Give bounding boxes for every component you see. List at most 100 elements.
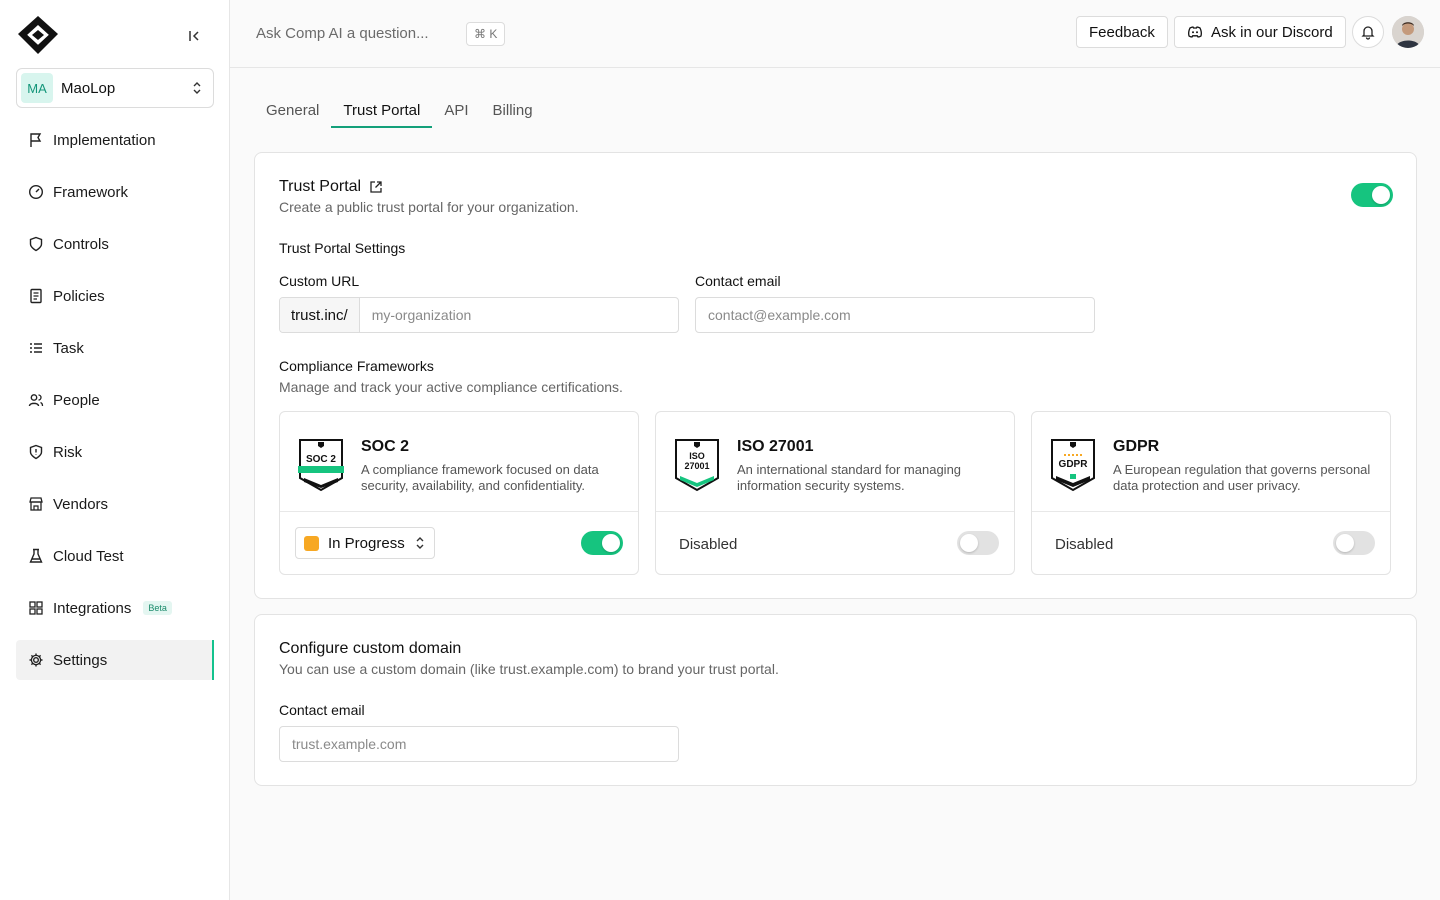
- settings-tabs: General Trust Portal API Billing: [254, 94, 545, 128]
- sidebar-item-controls[interactable]: Controls: [16, 224, 214, 264]
- sidebar-item-label: Implementation: [53, 131, 156, 149]
- frameworks-subtitle: Manage and track your active compliance …: [279, 379, 623, 395]
- settings-heading: Trust Portal Settings: [279, 240, 406, 256]
- chevron-up-down-icon: [416, 537, 424, 549]
- sidebar-item-integrations[interactable]: Integrations Beta: [16, 588, 214, 628]
- framework-status: In Progress: [328, 534, 405, 552]
- custom-url-label: Custom URL: [279, 273, 360, 289]
- sidebar-item-label: People: [53, 391, 100, 409]
- org-initials: MA: [21, 73, 53, 103]
- sidebar-item-policies[interactable]: Policies: [16, 276, 214, 316]
- custom-domain-title: Configure custom domain: [279, 640, 462, 657]
- top-bar: Ask Comp AI a question... ⌘ K Feedback A…: [230, 0, 1440, 68]
- org-switcher[interactable]: MA MaoLop: [16, 68, 214, 108]
- gdpr-badge-icon: GDPR: [1051, 439, 1095, 492]
- sidebar-item-framework[interactable]: Framework: [16, 172, 214, 212]
- trust-portal-title: Trust Portal: [279, 178, 383, 196]
- chevron-up-down-icon: [193, 82, 201, 94]
- comp-ai-logo[interactable]: [16, 14, 60, 58]
- ask-ai-input[interactable]: Ask Comp AI a question...: [256, 25, 429, 42]
- sidebar-item-label: Vendors: [53, 495, 109, 513]
- framework-card-soc2: SOC 2 SOC 2 A compliance framework focus…: [279, 411, 639, 575]
- discord-button[interactable]: Ask in our Discord: [1174, 16, 1346, 48]
- framework-name: ISO 27001: [737, 438, 814, 455]
- framework-card-header: SOC 2 SOC 2 A compliance framework focus…: [280, 412, 638, 512]
- sidebar-item-task[interactable]: Task: [16, 328, 214, 368]
- gauge-icon: [28, 184, 44, 200]
- contact-email-field[interactable]: contact@example.com: [695, 297, 1095, 333]
- bell-icon: [1361, 26, 1375, 40]
- shield-icon: [29, 236, 43, 252]
- custom-domain-field-label: Contact email: [279, 702, 365, 718]
- feedback-button[interactable]: Feedback: [1076, 16, 1168, 48]
- beta-badge: Beta: [143, 601, 172, 615]
- sidebar-item-risk[interactable]: Risk: [16, 432, 214, 472]
- sidebar-item-settings[interactable]: Settings: [16, 640, 214, 680]
- custom-url-prefix: trust.inc/: [280, 298, 360, 332]
- list-icon: [30, 343, 42, 353]
- custom-url-field[interactable]: trust.inc/ my-organization: [279, 297, 679, 333]
- flask-icon: [29, 548, 43, 563]
- collapse-sidebar-icon[interactable]: [186, 28, 202, 44]
- contact-email-label: Contact email: [695, 273, 781, 289]
- framework-status: Disabled: [1055, 536, 1114, 553]
- sidebar-item-label: Risk: [53, 443, 83, 461]
- framework-status: Disabled: [679, 536, 738, 553]
- external-link-icon[interactable]: [369, 180, 383, 194]
- custom-domain-input[interactable]: trust.example.com: [280, 736, 418, 752]
- iso27001-badge-icon: ISO 27001: [675, 439, 719, 492]
- soc2-badge-icon: SOC 2: [298, 439, 344, 492]
- sidebar: MA MaoLop Implementation Framework Contr…: [0, 0, 230, 900]
- tab-api[interactable]: API: [432, 94, 480, 128]
- soc2-badge-text: SOC 2: [306, 454, 336, 465]
- sidebar-item-implementation[interactable]: Implementation: [16, 120, 214, 160]
- sidebar-item-vendors[interactable]: Vendors: [16, 484, 214, 524]
- grid-icon: [29, 601, 43, 615]
- user-avatar[interactable]: [1392, 16, 1424, 48]
- discord-button-label: Ask in our Discord: [1211, 23, 1333, 41]
- status-indicator: [304, 535, 319, 551]
- contact-email-input[interactable]: contact@example.com: [696, 307, 863, 323]
- framework-description: A compliance framework focused on data s…: [361, 462, 599, 493]
- avatar-image: [1392, 16, 1424, 48]
- sidebar-item-label: Controls: [53, 235, 109, 253]
- gdpr-toggle[interactable]: [1333, 531, 1375, 555]
- sidebar-item-label: Task: [53, 339, 84, 357]
- tab-billing[interactable]: Billing: [481, 94, 545, 128]
- document-icon: [30, 288, 42, 304]
- gear-icon: [29, 653, 43, 667]
- sidebar-item-people[interactable]: People: [16, 380, 214, 420]
- custom-domain-card: Configure custom domain You can use a cu…: [254, 614, 1417, 786]
- custom-domain-subtitle: You can use a custom domain (like trust.…: [279, 661, 779, 677]
- framework-name: GDPR: [1113, 438, 1160, 455]
- framework-status-select[interactable]: In Progress: [295, 527, 435, 559]
- flag-icon: [30, 133, 42, 147]
- soc2-toggle[interactable]: [581, 531, 623, 555]
- notifications-button[interactable]: [1352, 16, 1384, 48]
- shortcut-hint: ⌘ K: [466, 22, 506, 46]
- iso-badge-text: ISO: [689, 451, 705, 461]
- tab-general[interactable]: General: [254, 94, 331, 128]
- framework-description: An international standard for managing i…: [737, 462, 962, 493]
- trust-portal-card: Trust Portal Create a public trust porta…: [254, 152, 1417, 599]
- tab-trust-portal[interactable]: Trust Portal: [331, 94, 433, 128]
- trust-portal-title-text: Trust Portal: [279, 178, 362, 195]
- framework-description: A European regulation that governs perso…: [1113, 462, 1371, 493]
- org-name: MaoLop: [61, 79, 116, 97]
- trust-portal-subtitle: Create a public trust portal for your or…: [279, 199, 579, 215]
- sidebar-item-label: Integrations: [53, 599, 132, 617]
- discord-icon: [1188, 26, 1202, 38]
- trust-portal-toggle[interactable]: [1351, 183, 1393, 207]
- custom-url-input[interactable]: my-organization: [360, 307, 484, 323]
- framework-name: SOC 2: [361, 438, 410, 455]
- store-icon: [29, 497, 43, 511]
- iso27001-toggle[interactable]: [957, 531, 999, 555]
- sidebar-item-cloud-test[interactable]: Cloud Test: [16, 536, 214, 576]
- sidebar-nav: Implementation Framework Controls Polici…: [16, 120, 214, 692]
- sidebar-item-label: Policies: [53, 287, 105, 305]
- framework-card-header: ISO 27001 ISO 27001 An international sta…: [656, 412, 1014, 512]
- sidebar-item-label: Cloud Test: [53, 547, 124, 565]
- sidebar-item-label: Framework: [53, 183, 129, 201]
- custom-domain-field[interactable]: trust.example.com: [279, 726, 679, 762]
- shield-alert-icon: [29, 444, 43, 460]
